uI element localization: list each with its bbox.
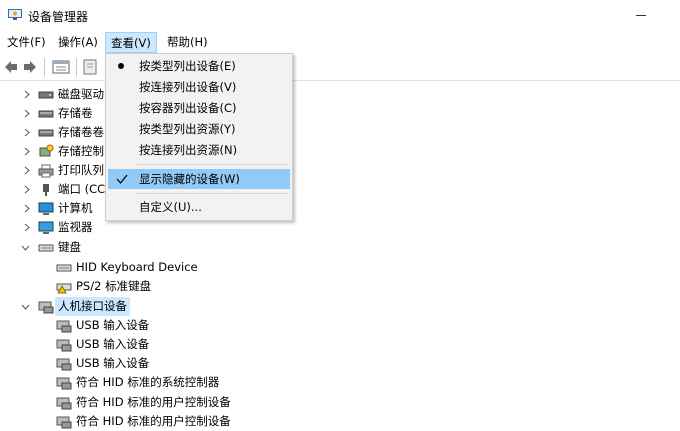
menu-item-by-type-resources[interactable]: 按类型列出资源(Y) xyxy=(108,119,290,139)
chevron-right-icon[interactable] xyxy=(22,180,32,199)
menu-separator xyxy=(136,193,288,194)
menu-separator xyxy=(136,164,288,165)
menu-item-show-hidden-devices[interactable]: 显示隐藏的设备(W) xyxy=(108,169,290,189)
disk-drive-icon xyxy=(38,91,54,99)
keyboard-icon xyxy=(38,244,54,252)
menu-item-by-connection-resources[interactable]: 按连接列出资源(N) xyxy=(108,140,290,160)
forward-arrow-icon[interactable] xyxy=(22,59,38,75)
toolbar xyxy=(0,54,680,81)
monitor-icon xyxy=(38,221,54,234)
bullet-icon xyxy=(118,63,124,69)
device-manager-icon xyxy=(8,9,22,20)
hid-icon xyxy=(56,397,72,410)
printer-icon xyxy=(38,164,54,178)
chevron-down-icon[interactable] xyxy=(20,297,30,316)
view-menu-dropdown: 按类型列出设备(E) 按连接列出设备(V) 按容器列出设备(C) 按类型列出资源… xyxy=(105,53,293,221)
help-icon[interactable] xyxy=(82,59,98,75)
menu-view[interactable]: 查看(V) xyxy=(105,32,157,53)
menu-item-customize[interactable]: 自定义(U)... xyxy=(108,197,290,217)
chevron-down-icon[interactable] xyxy=(20,238,30,257)
window-title: 设备管理器 xyxy=(28,10,89,24)
title-bar: 设备管理器 xyxy=(0,0,680,32)
storage-controller-icon xyxy=(39,144,54,157)
menu-help[interactable]: 帮助(H) xyxy=(162,32,213,53)
menu-bar: 文件(F) 操作(A) 查看(V) 帮助(H) xyxy=(0,32,680,54)
chevron-right-icon[interactable] xyxy=(22,218,32,237)
toolbar-separator xyxy=(76,58,77,76)
toolbar-separator xyxy=(44,58,45,76)
hid-icon xyxy=(38,301,54,314)
device-tree: 磁盘驱动 存储卷 存储卷卷 存储控制 打印队列 端口 (CC 计算机 监视器 键… xyxy=(0,80,680,431)
minimize-button[interactable] xyxy=(636,15,646,16)
computer-icon xyxy=(38,202,54,215)
menu-item-by-container-devices[interactable]: 按容器列出设备(C) xyxy=(108,98,290,118)
checkmark-icon xyxy=(116,174,128,184)
hid-icon xyxy=(56,320,72,333)
keyboard-icon xyxy=(56,264,72,272)
chevron-right-icon[interactable] xyxy=(22,85,32,104)
back-arrow-icon[interactable] xyxy=(3,59,19,75)
chevron-right-icon[interactable] xyxy=(22,199,32,218)
hid-icon xyxy=(56,339,72,352)
chevron-right-icon[interactable] xyxy=(22,123,32,142)
hid-icon xyxy=(56,416,72,429)
chevron-right-icon[interactable] xyxy=(22,161,32,180)
chevron-right-icon[interactable] xyxy=(22,142,32,161)
menu-file[interactable]: 文件(F) xyxy=(2,32,51,53)
chevron-right-icon[interactable] xyxy=(22,104,32,123)
properties-icon[interactable] xyxy=(52,59,70,75)
storage-volume-icon xyxy=(38,110,54,118)
hid-icon xyxy=(56,377,72,390)
warning-keyboard-icon xyxy=(56,283,72,294)
hid-icon xyxy=(56,358,72,371)
menu-action[interactable]: 操作(A) xyxy=(53,32,103,53)
menu-item-by-connection-devices[interactable]: 按连接列出设备(V) xyxy=(108,77,290,97)
storage-volume-icon xyxy=(38,129,54,137)
port-icon xyxy=(43,184,49,196)
menu-item-by-type-devices[interactable]: 按类型列出设备(E) xyxy=(108,56,290,76)
